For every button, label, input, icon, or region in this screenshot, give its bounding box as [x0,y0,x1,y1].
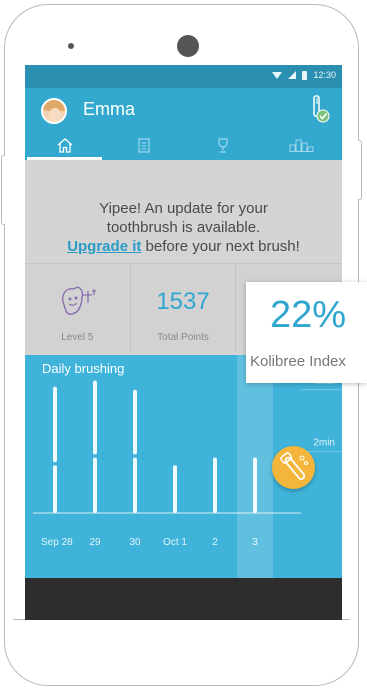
x-tick-label: 29 [89,537,101,548]
username[interactable]: Emma [83,99,135,120]
x-tick-label: 3 [252,537,258,548]
brushing-bar-segment [133,457,137,513]
kolibree-index-label: Kolibree Index [250,353,346,370]
avatar[interactable] [41,98,67,124]
battery-icon [302,70,308,80]
brushing-bar-segment [133,389,137,455]
android-nav-bar [25,578,342,620]
update-notice: Yipee! An update for your toothbrush is … [25,160,342,263]
volume-button [1,155,5,225]
app-header: Emma [25,88,342,160]
brushing-bar-segment [93,457,97,513]
tab-history[interactable] [104,130,183,160]
tab-home[interactable] [25,130,104,160]
notice-line-3: before your next brush! [141,238,300,255]
stat-level[interactable]: Level 5 [25,264,131,352]
toothbrush-connected-icon[interactable] [308,95,330,125]
clipboard-icon [138,138,150,153]
x-tick-label: Sep 28 [41,537,73,548]
phone-chin [13,619,350,677]
proximity-sensor [68,43,74,49]
x-tick-label: 2 [212,537,218,548]
kolibree-index-card[interactable]: 22% Kolibree Index [246,282,367,383]
points-label: Total Points [157,332,209,343]
brushing-bar-segment [253,457,257,513]
front-camera [177,35,199,57]
tab-bar [25,130,342,160]
level-label: Level 5 [61,332,94,343]
brushing-bar-segment [93,380,97,455]
kolibree-index-value: 22% [270,294,347,336]
tab-rewards[interactable] [184,130,263,160]
chart-title: Daily brushing [42,361,125,376]
points-value: 1537 [156,288,210,315]
toothbrush-icon [280,452,308,480]
home-icon [57,138,73,153]
brushing-bar-segment [53,386,57,463]
tooth-character-icon [62,286,96,316]
x-tick-label: 30 [129,537,141,548]
notice-line-1: Yipee! An update for your [99,200,268,217]
x-tick-label: Oct 1 [163,537,187,548]
upgrade-link[interactable]: Upgrade it [67,238,141,255]
wifi-icon [272,71,283,79]
brushing-bar-segment [53,465,57,513]
brushing-bar-segment [173,465,177,513]
start-brushing-button[interactable] [272,446,315,489]
bar-chart-icon [289,139,314,152]
stat-points[interactable]: 1537 Total Points [131,264,237,352]
signal-icon [288,71,297,79]
status-time: 12:30 [313,70,336,80]
status-bar: 12:30 [25,65,342,88]
tab-stats[interactable] [263,130,342,160]
notice-line-2: toothbrush is available. [106,219,261,236]
y-tick-label: 2min [313,437,335,448]
power-button [358,140,362,200]
trophy-icon [218,138,228,153]
brushing-bar-segment [213,457,217,513]
